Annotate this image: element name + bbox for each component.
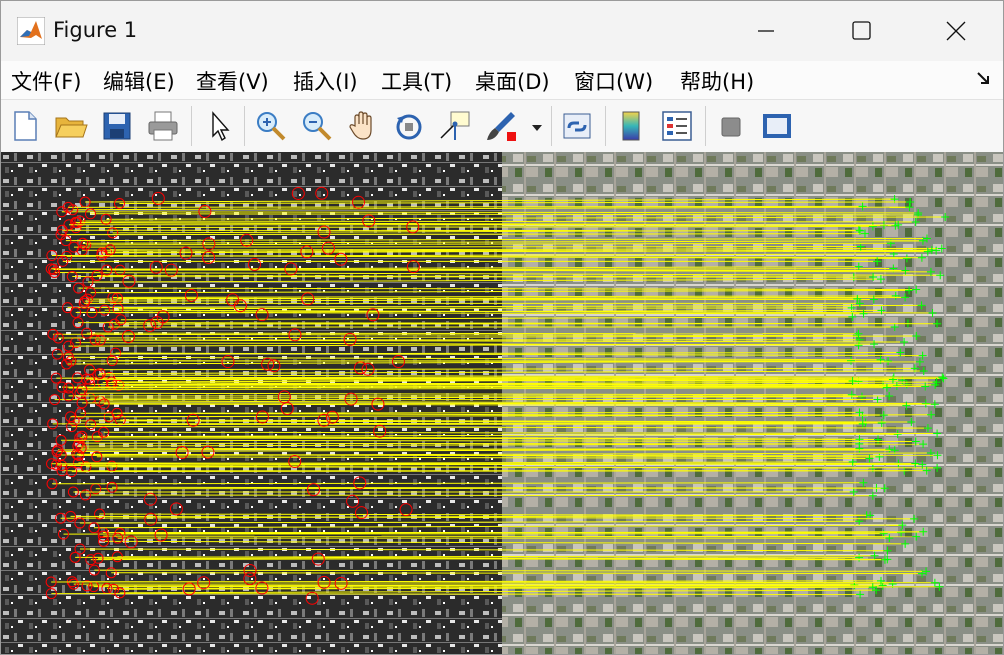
match-line: [103, 535, 917, 538]
new-figure-icon[interactable]: [7, 108, 43, 144]
maximize-button[interactable]: [815, 1, 909, 61]
pan-hand-icon[interactable]: [345, 108, 381, 144]
zoom-out-icon[interactable]: [299, 108, 335, 144]
colorbar-icon[interactable]: [613, 108, 649, 144]
dock-arrow-icon[interactable]: [975, 69, 993, 87]
hide-plot-tools-icon[interactable]: [713, 108, 749, 144]
pointer-arrow-icon[interactable]: [201, 108, 237, 144]
menu-desktop[interactable]: 桌面(D): [475, 66, 550, 96]
menu-help[interactable]: 帮助(H): [680, 66, 754, 96]
figure-axes[interactable]: [1, 152, 1003, 654]
toolbar-separator: [191, 106, 192, 146]
window-title: Figure 1: [53, 18, 138, 42]
close-icon: [946, 21, 966, 41]
match-line: [73, 246, 861, 248]
figure-toolbar: [1, 99, 1003, 152]
close-button[interactable]: [909, 1, 1003, 61]
menu-window[interactable]: 窗口(W): [574, 66, 653, 96]
toolbar-separator: [705, 106, 706, 146]
print-icon[interactable]: [145, 108, 181, 144]
menu-bar: 文件(F) 编辑(E) 查看(V) 插入(I) 工具(T) 桌面(D) 窗口(W…: [1, 61, 1003, 99]
open-folder-icon[interactable]: [53, 108, 89, 144]
toolbar-separator: [605, 106, 606, 146]
toolbar-separator: [244, 106, 245, 146]
match-line: [86, 332, 859, 335]
matlab-logo-icon: [17, 17, 45, 45]
legend-icon[interactable]: [659, 108, 695, 144]
minimize-button[interactable]: [719, 1, 813, 61]
brush-dropdown-icon[interactable]: [529, 108, 545, 144]
figure-window: Figure 1 文件(F) 编辑(E) 查看(V) 插入(I) 工具(T) 桌…: [0, 0, 1004, 655]
brush-icon[interactable]: [483, 108, 519, 144]
feature-match-plot: [1, 152, 1003, 654]
minimize-icon: [758, 30, 774, 32]
menu-file[interactable]: 文件(F): [11, 66, 81, 96]
data-cursor-icon[interactable]: [437, 108, 473, 144]
match-line: [106, 269, 906, 272]
title-bar: Figure 1: [1, 1, 1003, 61]
maximize-icon: [852, 21, 871, 40]
match-line: [90, 423, 863, 426]
toolbar-separator: [551, 106, 552, 146]
menu-tools[interactable]: 工具(T): [381, 66, 452, 96]
match-line: [118, 384, 936, 386]
match-line: [62, 229, 861, 232]
show-plot-tools-icon[interactable]: [759, 108, 795, 144]
menu-insert[interactable]: 插入(I): [293, 66, 358, 96]
menu-edit[interactable]: 编辑(E): [103, 66, 175, 96]
rotate-3d-icon[interactable]: [391, 108, 427, 144]
zoom-in-icon[interactable]: [253, 108, 289, 144]
link-plot-icon[interactable]: [559, 108, 595, 144]
save-icon[interactable]: [99, 108, 135, 144]
menu-view[interactable]: 查看(V): [196, 66, 269, 96]
